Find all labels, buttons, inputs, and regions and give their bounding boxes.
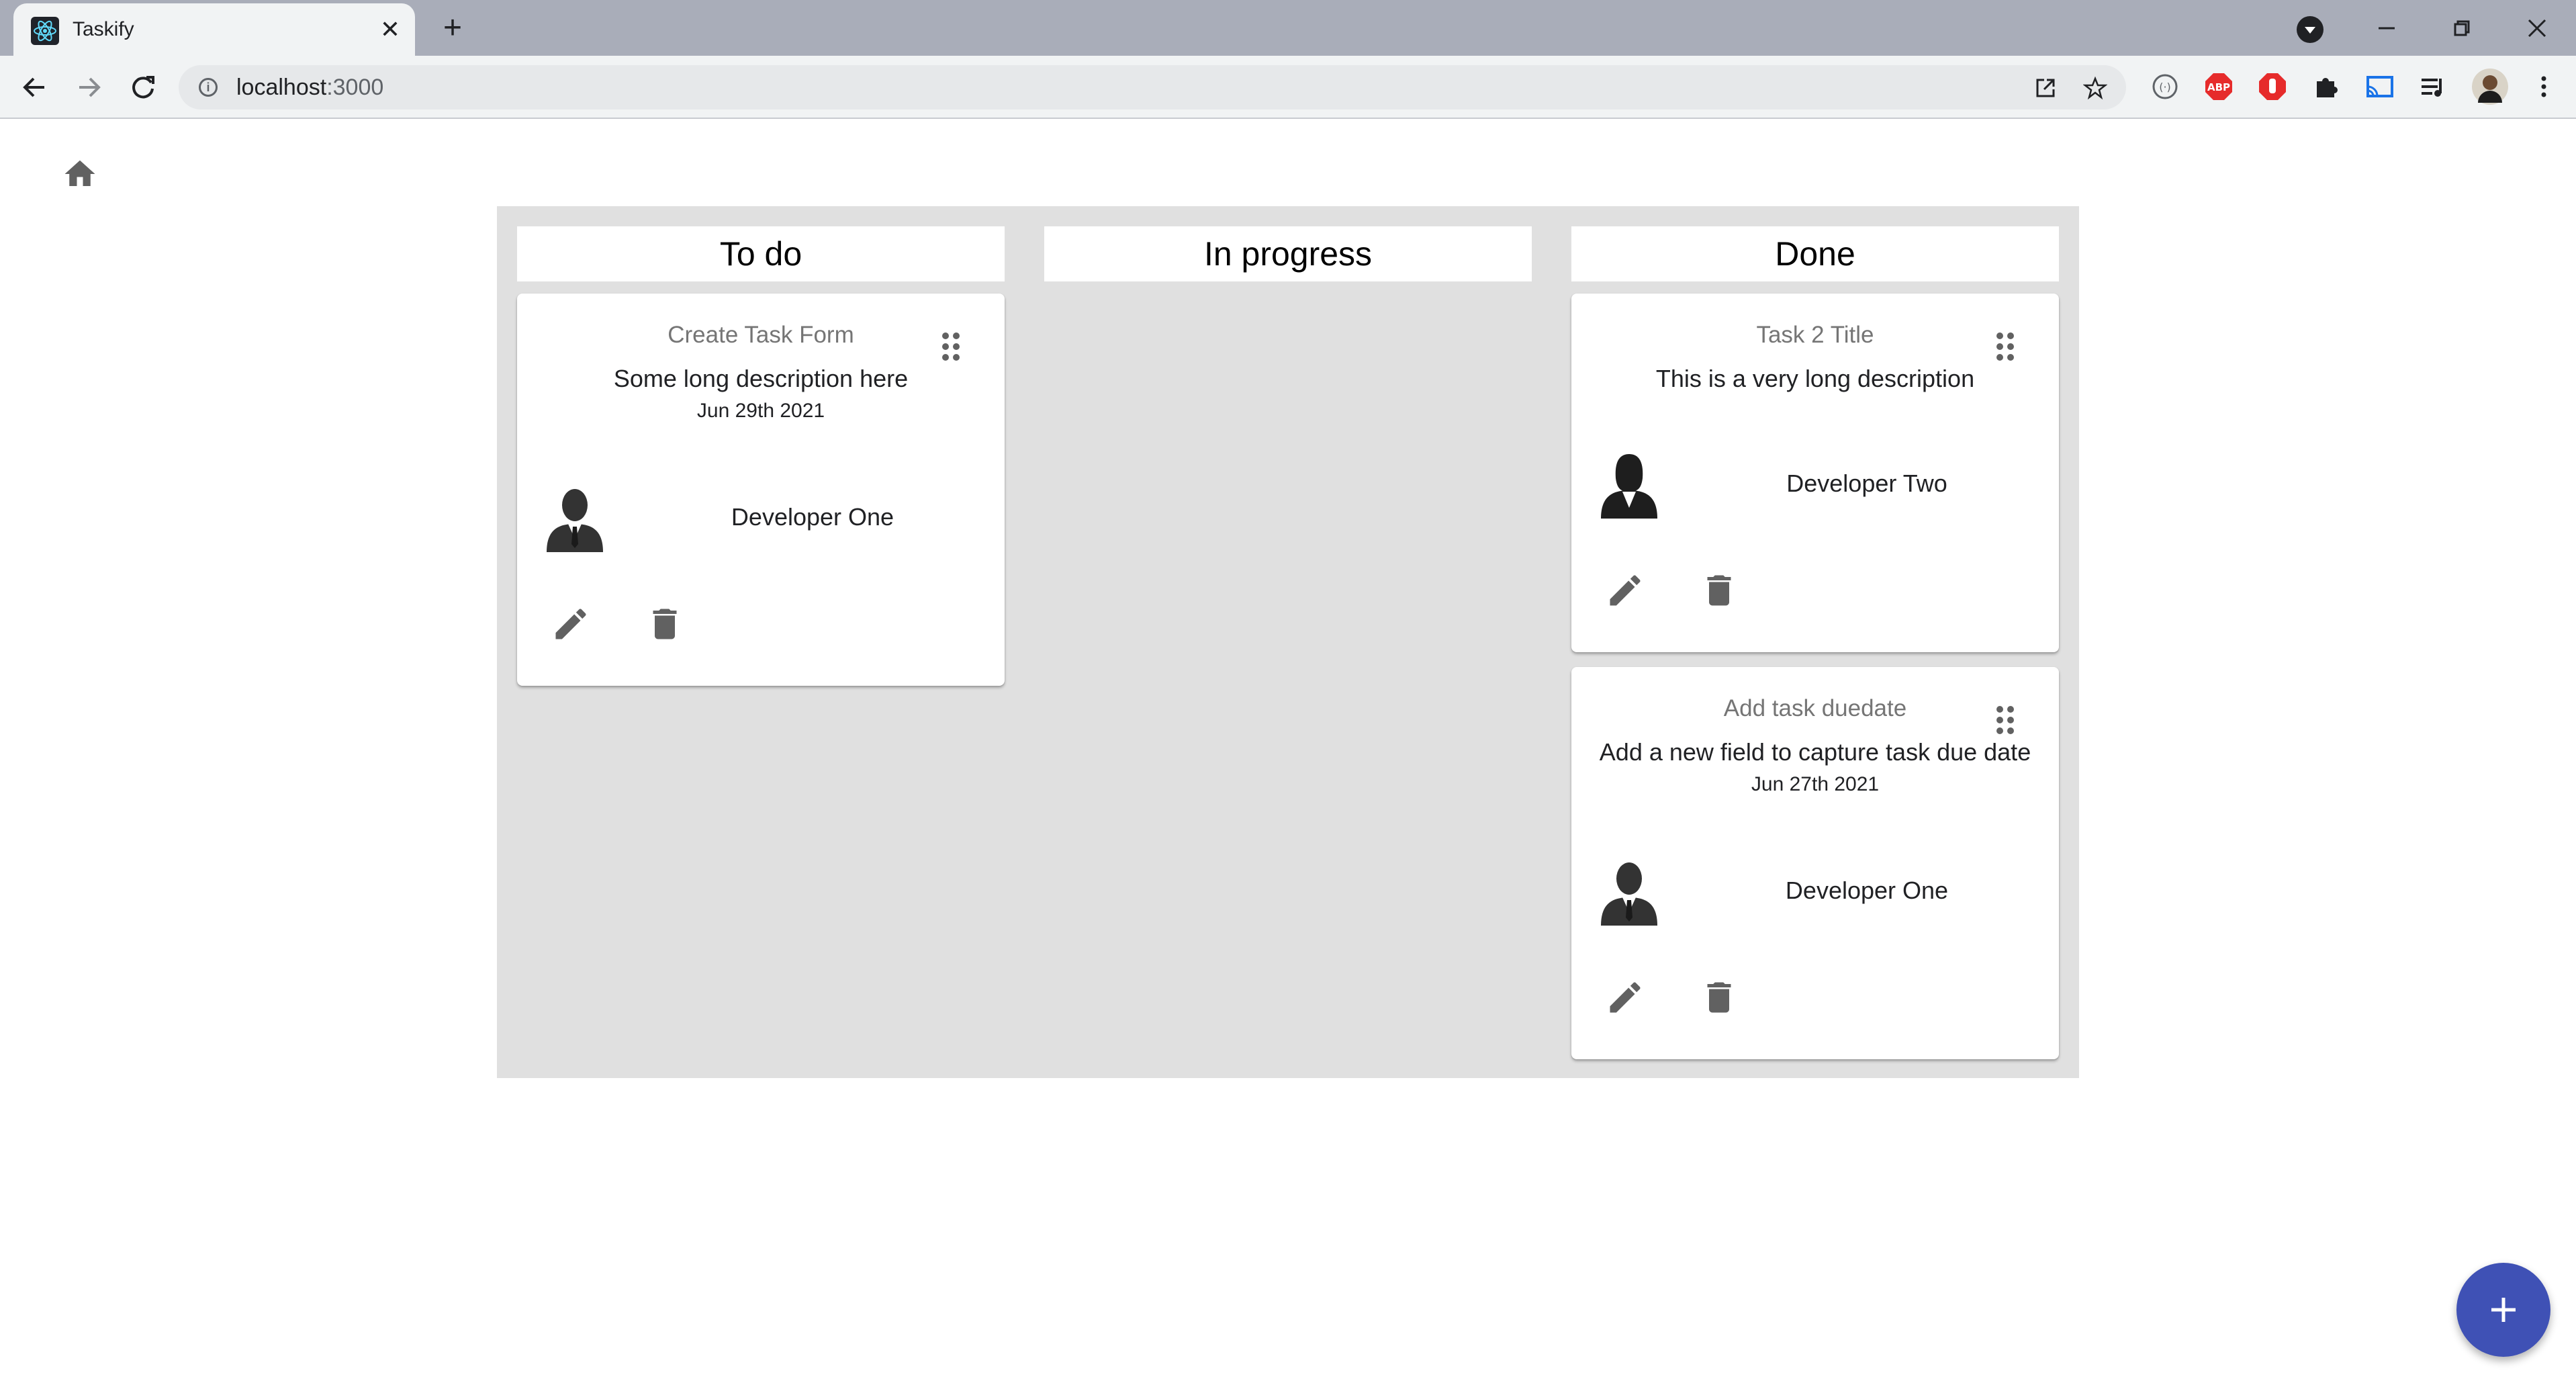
- site-info-icon[interactable]: i: [199, 78, 218, 97]
- reload-icon[interactable]: [126, 71, 160, 104]
- task-title: Add task duedate: [1723, 695, 1907, 721]
- plus-icon: [2491, 1298, 2516, 1322]
- puzzle-icon[interactable]: [2310, 71, 2342, 103]
- delete-icon[interactable]: [1699, 570, 1739, 611]
- delete-icon[interactable]: [645, 604, 685, 644]
- react-favicon-icon: [31, 17, 59, 45]
- open-external-icon[interactable]: [2033, 76, 2058, 100]
- tab-close-icon[interactable]: ✕: [376, 15, 404, 44]
- task-card[interactable]: Task 2 Title This is a very long descrip…: [1571, 294, 2059, 652]
- home-icon[interactable]: [62, 156, 98, 192]
- assignee-name: Developer One: [1785, 877, 1949, 904]
- address-host: localhost: [236, 75, 327, 100]
- media-icon[interactable]: [2418, 71, 2450, 103]
- column-header: In progress: [1044, 226, 1532, 281]
- tab-search-icon[interactable]: [2297, 16, 2324, 43]
- task-card[interactable]: Create Task Form Some long description h…: [517, 294, 1005, 686]
- edit-icon[interactable]: [551, 604, 591, 644]
- close-window-icon[interactable]: [2517, 8, 2557, 48]
- drag-handle-icon[interactable]: [1992, 703, 2019, 737]
- kanban-board: To do Create Task Form Some long descrip…: [497, 206, 2079, 1078]
- profile-avatar[interactable]: [2471, 68, 2509, 105]
- column-done: Done Task 2 Title This is a very long de…: [1571, 226, 2059, 1059]
- restore-icon[interactable]: [2442, 8, 2482, 48]
- tab-title: Taskify: [73, 18, 134, 40]
- stop-icon[interactable]: [2256, 71, 2289, 103]
- browser-tabstrip: Taskify ✕ +: [0, 0, 2576, 56]
- address-bar[interactable]: i localhost:3000: [179, 65, 2126, 109]
- task-title: Create Task Form: [668, 322, 854, 348]
- task-title: Task 2 Title: [1756, 322, 1874, 348]
- column-in-progress: In progress: [1044, 226, 1532, 281]
- assignee-name: Developer Two: [1786, 470, 1947, 497]
- bookmark-star-icon[interactable]: [2083, 76, 2107, 100]
- edit-icon[interactable]: [1605, 977, 1645, 1018]
- new-tab-icon[interactable]: +: [436, 12, 469, 44]
- female-avatar-icon: [1601, 454, 1657, 519]
- task-due-date: Jun 29th 2021: [696, 400, 825, 422]
- task-description: Some long description here: [613, 365, 909, 392]
- address-port: :3000: [326, 75, 384, 100]
- svg-text:ABP: ABP: [2207, 81, 2230, 93]
- browser-tab[interactable]: Taskify ✕: [13, 3, 415, 56]
- task-due-date: Jun 27th 2021: [1751, 773, 1880, 795]
- task-description: Add a new field to capture task due date: [1599, 738, 2031, 766]
- drag-handle-icon[interactable]: [937, 330, 964, 363]
- add-task-button[interactable]: [2456, 1263, 2550, 1357]
- edit-icon[interactable]: [1605, 570, 1645, 611]
- abp-icon[interactable]: ABP: [2203, 71, 2235, 103]
- male-avatar-icon: [547, 489, 603, 552]
- male-avatar-icon: [1601, 862, 1657, 926]
- browser-toolbar: i localhost:3000 (·) ABP: [0, 56, 2576, 119]
- browser-menu-icon[interactable]: [2528, 71, 2560, 103]
- drag-handle-icon[interactable]: [1992, 330, 2019, 363]
- forward-icon[interactable]: [73, 71, 106, 104]
- minimize-icon[interactable]: [2366, 8, 2407, 48]
- task-description: This is a very long description: [1655, 365, 1975, 392]
- address-url: localhost:3000: [236, 75, 383, 101]
- back-icon[interactable]: [17, 71, 51, 104]
- svg-text:(·): (·): [2159, 81, 2171, 93]
- extension-dotted-icon[interactable]: (·): [2149, 71, 2181, 103]
- cast-icon[interactable]: [2364, 71, 2396, 103]
- delete-icon[interactable]: [1699, 977, 1739, 1018]
- column-todo: To do Create Task Form Some long descrip…: [517, 226, 1005, 686]
- column-header: Done: [1571, 226, 2059, 281]
- assignee-name: Developer One: [731, 503, 894, 531]
- column-header: To do: [517, 226, 1005, 281]
- task-card[interactable]: Add task duedate Add a new field to capt…: [1571, 667, 2059, 1059]
